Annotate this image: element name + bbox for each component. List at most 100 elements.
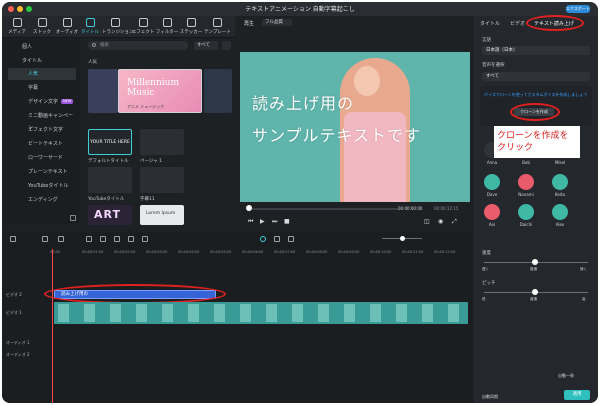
sidebar-item-design-text[interactable]: デザイン文字 NEW (8, 96, 76, 108)
sticker-icon (186, 18, 196, 27)
template-thumb-subtitle[interactable] (140, 167, 184, 193)
fullscreen-icon[interactable]: ⤢ (452, 218, 457, 226)
template-thumb-default-title[interactable]: YOUR TITLE HERE (88, 129, 132, 155)
stock-icon (37, 18, 47, 27)
pitch-slider-handle[interactable] (532, 289, 538, 295)
preview-scrubber[interactable] (248, 208, 398, 210)
apply-button[interactable]: 適用 (564, 390, 590, 400)
export-button[interactable]: エクスポート (566, 5, 590, 13)
folder-icon (12, 18, 22, 27)
sidebar-item-youtube-title[interactable]: YouTubeタイトル (8, 180, 76, 192)
scrubber-handle[interactable] (246, 205, 252, 211)
sidebar-item-effect-text[interactable]: エフェクト文字 (8, 124, 76, 136)
voice-avatar-dave[interactable] (484, 174, 500, 190)
more-options-icon[interactable] (222, 41, 231, 50)
effects-icon (138, 18, 148, 27)
filter-select[interactable]: すべて (194, 41, 218, 50)
delete-icon[interactable] (86, 236, 92, 242)
sidebar-item-ending[interactable]: エンディング (8, 194, 76, 206)
voice-avatar-keita[interactable] (552, 174, 568, 190)
grid-icon[interactable] (10, 236, 16, 242)
template-thumb-youtube[interactable] (88, 167, 132, 193)
redo-icon[interactable] (58, 236, 64, 242)
tool-transitions[interactable]: トランジション (102, 18, 134, 35)
annotation-circle-clone (510, 103, 560, 121)
voice-avatar-aoi[interactable] (484, 204, 500, 220)
template-thumb-right[interactable] (204, 69, 232, 113)
annotation-circle-tab (526, 15, 584, 31)
track-header-audio1[interactable]: オーディオ 1 (2, 340, 50, 350)
tool-filters[interactable]: フィルター (154, 18, 180, 35)
language-select[interactable]: 日本語（日本） (482, 46, 590, 55)
undo-icon[interactable] (42, 236, 48, 242)
template-thumb-pager[interactable] (140, 129, 184, 155)
video-clip[interactable] (54, 302, 468, 324)
text-icon[interactable] (100, 236, 106, 242)
tab-title[interactable]: タイトル (480, 20, 500, 27)
sidebar-item-personal[interactable]: 個人 (8, 41, 76, 53)
template-thumb-lorem[interactable]: Lorem Ipsum (140, 205, 184, 225)
track-header-video1[interactable]: ビデオ 1 (2, 310, 50, 320)
search-input[interactable]: 検索 (88, 41, 188, 50)
voice-avatar-nanami[interactable] (518, 174, 534, 190)
play-icon[interactable]: ▶ (260, 218, 265, 225)
window-title: テキストアニメーション 自動字幕起こし (245, 6, 355, 13)
tool-media[interactable]: メディア (4, 18, 30, 35)
sidebar-item-subtitles[interactable]: 字幕 (8, 82, 76, 94)
stop-icon[interactable]: ■ (284, 218, 290, 225)
preview-video: 読み上げ用の サンプルテキストです (240, 52, 470, 202)
speed-slider-handle[interactable] (532, 259, 538, 265)
voice-avatar-alex[interactable] (552, 204, 568, 220)
preview-tab[interactable]: 再生 (244, 20, 254, 27)
speed-label: 速度 (482, 251, 491, 256)
timeline: 00:00 00:00:01:00 00:00:02:00 00:00:03:0… (2, 232, 472, 403)
collapse-sidebar-icon[interactable] (70, 215, 76, 221)
snapshot-icon[interactable]: ◫ (424, 218, 430, 225)
tool-effects[interactable]: エフェクト (130, 18, 156, 35)
render-icon[interactable] (260, 236, 266, 242)
tab-video[interactable]: ビデオ (510, 20, 525, 27)
music-note-icon (62, 18, 72, 27)
sidebar-item-lower-third[interactable]: ローワーサード (8, 152, 76, 164)
auto-match-toggle[interactable]: 自動一致 (558, 373, 574, 379)
section-heading: 人気 (88, 60, 97, 65)
sidebar-item-beat-text[interactable]: ビートテキスト (8, 138, 76, 150)
speed-icon[interactable] (128, 236, 134, 242)
sidebar-item-titles[interactable]: タイトル (8, 55, 76, 67)
tool-templates[interactable]: テンプレート (204, 18, 231, 35)
crop-icon[interactable] (114, 236, 120, 242)
title-browser: 検索 すべて 人気 Millennium Music アニメ ミュージック YO… (82, 39, 237, 225)
volume-icon[interactable]: ◉ (438, 218, 443, 225)
language-label: 言語 (482, 38, 491, 43)
transition-icon (110, 18, 120, 27)
tool-titles[interactable]: タイトル (77, 18, 103, 35)
voice-filter-select[interactable]: すべて (482, 72, 590, 81)
tool-stickers[interactable]: ステッカー (178, 18, 204, 35)
tool-stock[interactable]: ストック (29, 18, 55, 35)
sidebar-item-popular[interactable]: 人気 (8, 68, 76, 80)
auto-sync-checkbox[interactable]: 自動同期 (482, 394, 498, 400)
track-header-audio2[interactable]: オーディオ 2 (2, 352, 50, 362)
track-header-video2[interactable]: ビデオ 2 (2, 292, 50, 302)
template-thumb-art[interactable]: ART (88, 205, 132, 225)
step-back-icon[interactable]: ⏮ (248, 218, 253, 226)
zoom-handle[interactable] (400, 236, 405, 241)
time-current: 00:00:00:00 (398, 206, 423, 211)
mic-icon[interactable] (288, 236, 294, 242)
quality-select[interactable]: フル品質 (262, 19, 292, 26)
playhead[interactable] (52, 249, 53, 403)
preview-text-line2: サンプルテキストです (252, 126, 422, 145)
voice-label: 音声を選択 (482, 63, 505, 68)
sidebar-item-mini-video[interactable]: ミニ動画キャンペーン (8, 110, 76, 131)
properties-panel: タイトル ビデオ テキスト読み上げ 言語 日本語（日本） 音声を選択 すべて ボ… (474, 15, 598, 403)
shield-icon[interactable] (274, 236, 280, 242)
template-thumb-featured[interactable]: Millennium Music アニメ ミュージック (118, 69, 202, 113)
search-icon (92, 43, 96, 47)
voice-avatar-daichi[interactable] (518, 204, 534, 220)
color-icon[interactable] (142, 236, 148, 242)
sidebar-item-plain-text[interactable]: プレーンテキスト (8, 166, 76, 178)
time-total: 00:00:12:15 (434, 206, 459, 211)
step-forward-icon[interactable]: ⏭ (272, 218, 277, 226)
template-thumb-left[interactable] (88, 69, 118, 113)
pitch-label: ピッチ (482, 281, 496, 286)
